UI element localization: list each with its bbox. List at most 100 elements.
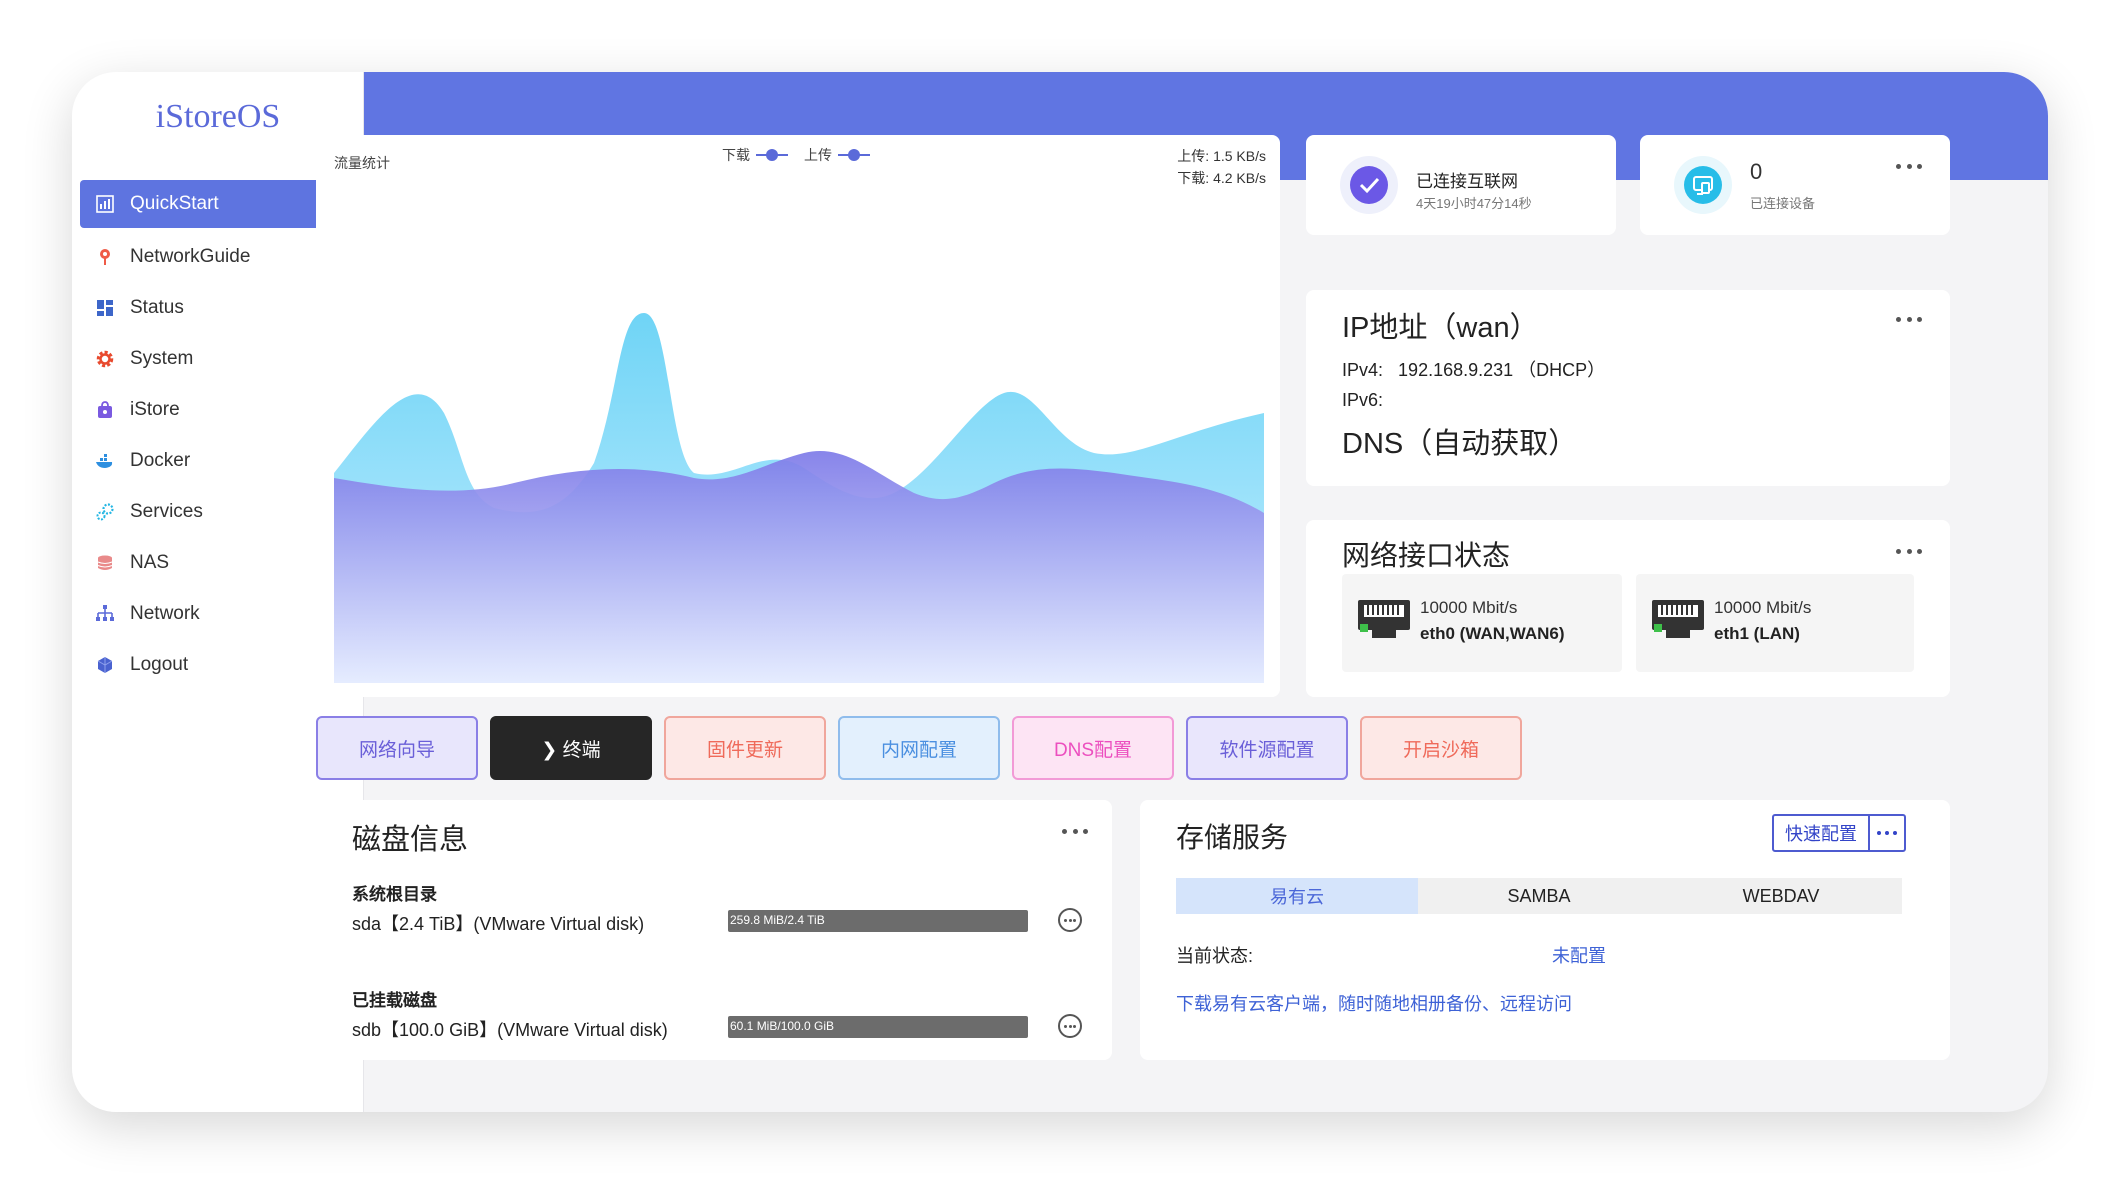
- internet-status-card[interactable]: 已连接互联网 4天19小时47分14秒: [1306, 135, 1616, 235]
- tab-samba[interactable]: SAMBA: [1418, 878, 1660, 914]
- mounted-disks-label: 已挂载磁盘: [352, 991, 437, 1010]
- ipv4-row: IPv4: 192.168.9.231 （DHCP）: [1342, 356, 1605, 382]
- lan-config-button[interactable]: 内网配置: [838, 716, 1000, 780]
- sidebar-item-system[interactable]: System: [80, 333, 354, 384]
- legend-swatch: [838, 148, 870, 162]
- docker-icon: [94, 450, 116, 472]
- tab-yiyouyun[interactable]: 易有云: [1176, 878, 1418, 914]
- disk-sdb: sdb【100.0 GiB】(VMware Virtual disk): [352, 1020, 668, 1040]
- disk-sdb-usage: 60.1 MiB/100.0 GiB: [730, 1019, 835, 1033]
- ip-more-icon[interactable]: [1896, 314, 1922, 324]
- traffic-rates: 上传: 1.5 KB/s 下载: 4.2 KB/s: [1177, 145, 1266, 189]
- connected-check-icon: [1340, 156, 1398, 214]
- ip-address-card: IP地址（wan） IPv4: 192.168.9.231 （DHCP） IPv…: [1306, 290, 1950, 486]
- services-icon: [94, 501, 116, 523]
- interface-port-eth0[interactable]: 10000 Mbit/s eth0 (WAN,WAN6): [1342, 574, 1622, 672]
- sidebar-item-label: Services: [130, 500, 203, 522]
- devices-count: 0: [1750, 159, 1763, 184]
- disk-sda-usage: 259.8 MiB/2.4 TiB: [730, 913, 825, 927]
- disk-title: 磁盘信息: [352, 824, 469, 856]
- sidebar-menu: QuickStart NetworkGuide Status System iS…: [80, 180, 354, 690]
- interfaces-title: 网络接口状态: [1342, 540, 1511, 571]
- uptime-text: 4天19小时47分14秒: [1416, 196, 1532, 211]
- gear-icon: [94, 348, 116, 370]
- ipv6-row: IPv6:: [1342, 390, 1383, 411]
- terminal-button[interactable]: ❯ 终端: [490, 716, 652, 780]
- upload-rate: 上传: 1.5 KB/s: [1177, 148, 1266, 164]
- disk-sdb-usage-bar: 60.1 MiB/100.0 GiB: [728, 1016, 1028, 1038]
- legend-download[interactable]: 下载: [722, 145, 788, 165]
- ethernet-port-icon: [1358, 600, 1410, 638]
- brand-logo[interactable]: iStoreOS: [72, 98, 364, 136]
- firmware-update-button[interactable]: 固件更新: [664, 716, 826, 780]
- download-rate: 下载: 4.2 KB/s: [1177, 170, 1266, 186]
- sidebar-item-istore[interactable]: iStore: [80, 384, 354, 435]
- disk-sda-more-icon[interactable]: [1058, 908, 1082, 932]
- devices-more-icon[interactable]: [1896, 161, 1922, 171]
- network-guide-icon: [94, 246, 116, 268]
- sidebar-item-docker[interactable]: Docker: [80, 435, 354, 486]
- ethernet-port-icon: [1652, 600, 1704, 638]
- sidebar-item-quickstart[interactable]: QuickStart: [80, 180, 354, 228]
- ipv4-label: IPv4:: [1342, 360, 1384, 380]
- sidebar-item-label: Logout: [130, 653, 189, 675]
- sidebar-item-label: Docker: [130, 449, 191, 471]
- disk-sda: sda【2.4 TiB】(VMware Virtual disk): [352, 914, 645, 934]
- status-icon: [94, 297, 116, 319]
- devices-icon: [1674, 156, 1732, 214]
- store-icon: [94, 399, 116, 421]
- interface-speed: 10000 Mbit/s: [1420, 598, 1518, 617]
- storage-status-label: 当前状态:: [1176, 946, 1254, 966]
- sidebar-item-logout[interactable]: Logout: [80, 639, 354, 690]
- upload-area: [334, 451, 1264, 683]
- sidebar-item-network[interactable]: Network: [80, 588, 354, 639]
- traffic-legend: 下载 上传: [722, 145, 886, 165]
- sidebar-item-label: Status: [130, 296, 184, 318]
- storage-status-value[interactable]: 未配置: [1552, 942, 1606, 968]
- disk-sdb-more-icon[interactable]: [1058, 1014, 1082, 1038]
- sidebar-item-label: System: [130, 347, 194, 369]
- quick-config-button[interactable]: 快速配置: [1772, 814, 1870, 852]
- interfaces-more-icon[interactable]: [1896, 546, 1922, 556]
- nas-icon: [94, 552, 116, 574]
- sidebar-item-services[interactable]: Services: [80, 486, 354, 537]
- sidebar-item-nas[interactable]: NAS: [80, 537, 354, 588]
- sidebar-item-networkguide[interactable]: NetworkGuide: [80, 231, 354, 282]
- dns-config-button[interactable]: DNS配置: [1012, 716, 1174, 780]
- internet-status-text: 已连接互联网: [1416, 172, 1518, 191]
- interface-speed: 10000 Mbit/s: [1714, 598, 1812, 617]
- sidebar-item-label: QuickStart: [130, 193, 219, 214]
- devices-label: 已连接设备: [1750, 196, 1816, 211]
- interface-port-eth1[interactable]: 10000 Mbit/s eth1 (LAN): [1636, 574, 1914, 672]
- tab-webdav[interactable]: WEBDAV: [1660, 878, 1902, 914]
- interface-name: eth1 (LAN): [1714, 624, 1800, 643]
- storage-more-button[interactable]: [1868, 814, 1906, 852]
- sidebar-item-label: NetworkGuide: [130, 245, 251, 267]
- disk-more-icon[interactable]: [1062, 826, 1088, 836]
- system-root-label: 系统根目录: [352, 885, 437, 904]
- network-icon: [94, 603, 116, 625]
- dns-title: DNS（自动获取）: [1342, 428, 1578, 460]
- connected-devices-card[interactable]: 0 已连接设备: [1640, 135, 1950, 235]
- network-wizard-button[interactable]: 网络向导: [316, 716, 478, 780]
- legend-upload[interactable]: 上传: [804, 145, 870, 165]
- quick-actions: 网络向导 ❯ 终端 固件更新 内网配置 DNS配置 软件源配置 开启沙箱: [316, 716, 1616, 780]
- sidebar-item-label: Network: [130, 602, 200, 624]
- sidebar-item-label: iStore: [130, 398, 180, 420]
- traffic-title: 流量统计: [334, 155, 390, 171]
- storage-tabs: 易有云 SAMBA WEBDAV: [1176, 878, 1902, 914]
- sandbox-button[interactable]: 开启沙箱: [1360, 716, 1522, 780]
- ipv4-value: 192.168.9.231 （DHCP）: [1398, 360, 1606, 380]
- legend-upload-label: 上传: [804, 147, 832, 163]
- sidebar-item-status[interactable]: Status: [80, 282, 354, 333]
- dashboard-icon: [94, 193, 116, 215]
- client-download-link[interactable]: 下载易有云客户端，随时随地相册备份、远程访问: [1176, 990, 1572, 1016]
- sidebar-item-label: NAS: [130, 551, 170, 573]
- disk-info-card: 磁盘信息 系统根目录 sda【2.4 TiB】(VMware Virtual d…: [316, 800, 1112, 1060]
- more-icon: [1877, 831, 1897, 835]
- logout-icon: [94, 654, 116, 676]
- software-source-button[interactable]: 软件源配置: [1186, 716, 1348, 780]
- legend-download-label: 下载: [722, 147, 750, 163]
- legend-swatch: [756, 148, 788, 162]
- interface-name: eth0 (WAN,WAN6): [1420, 624, 1565, 643]
